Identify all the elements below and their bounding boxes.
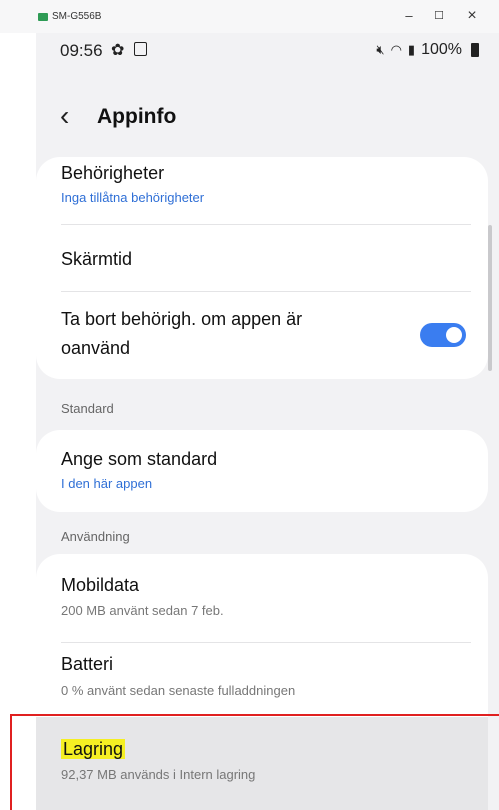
minimize-button[interactable]: –: [400, 9, 418, 23]
close-button[interactable]: ×: [463, 8, 481, 24]
list-item-storage[interactable]: Lagring 92,37 MB används i Intern lagrin…: [36, 717, 488, 810]
settings-card-usage: Mobildata 200 MB använt sedan 7 feb. Bat…: [36, 554, 488, 810]
window-title: SM-G556B: [52, 11, 102, 22]
status-time: 09:56: [60, 41, 103, 60]
remove-perms-title-line1: Ta bort behörigh. om appen är: [61, 309, 303, 329]
gear-icon: ✿: [111, 42, 125, 59]
mobile-data-title: Mobildata: [61, 575, 140, 595]
battery-percent: 100%: [421, 41, 462, 58]
list-item-screen-time[interactable]: Skärmtid: [36, 225, 488, 291]
set-default-subtitle: I den här appen: [61, 476, 153, 491]
scrollbar[interactable]: [488, 225, 492, 371]
set-default-title: Ange som standard: [61, 449, 218, 469]
list-item-remove-permissions[interactable]: Ta bort behörigh. om appen är oanvänd: [36, 292, 488, 379]
settings-card-standard: Ange som standard I den här appen: [36, 430, 488, 512]
phone-screen: 09:56 ✿ 🔇︎ ◠ ▮ 100% ‹ Appinfo Behörighet…: [36, 33, 499, 810]
signal-icon: ▮: [407, 42, 416, 57]
permissions-title: Behörigheter: [61, 163, 165, 183]
remove-perms-toggle[interactable]: [420, 323, 466, 347]
storage-title: Lagring: [61, 739, 126, 760]
storage-title-text: Lagring: [61, 739, 126, 759]
status-bar: 09:56 ✿ 🔇︎ ◠ ▮ 100%: [36, 33, 499, 73]
remove-perms-title-line2: oanvänd: [61, 338, 131, 358]
mute-icon: 🔇︎: [376, 42, 385, 57]
notification-icon: [134, 42, 147, 56]
list-item-set-default[interactable]: Ange som standard I den här appen: [36, 430, 488, 512]
app-bar: ‹ Appinfo: [36, 99, 499, 143]
list-item-permissions[interactable]: Behörigheter Inga tillåtna behörigheter: [36, 157, 488, 221]
battery-title: Batteri: [61, 654, 114, 674]
permissions-subtitle: Inga tillåtna behörigheter: [61, 190, 205, 205]
wifi-icon: ◠: [390, 42, 402, 57]
back-chevron-icon[interactable]: ‹: [60, 101, 69, 131]
mobile-data-subtitle: 200 MB använt sedan 7 feb.: [61, 603, 224, 618]
section-label-usage: Användning: [61, 529, 130, 544]
status-right: 🔇︎ ◠ ▮ 100%: [376, 41, 479, 59]
battery-subtitle: 0 % använt sedan senaste fulladdningen: [61, 683, 296, 698]
battery-icon: [471, 43, 479, 57]
list-item-mobile-data[interactable]: Mobildata 200 MB använt sedan 7 feb.: [36, 554, 488, 628]
page-title: Appinfo: [97, 105, 177, 128]
maximize-button[interactable]: ☐: [430, 9, 448, 23]
section-label-standard: Standard: [61, 401, 114, 416]
settings-card-permissions: Behörigheter Inga tillåtna behörigheter …: [36, 157, 488, 379]
storage-subtitle: 92,37 MB används i Intern lagring: [61, 767, 256, 782]
toggle-knob: [446, 327, 462, 343]
window-titlebar: SM-G556B – ☐ ×: [0, 0, 499, 33]
list-item-battery[interactable]: Batteri 0 % använt sedan senaste fulladd…: [36, 643, 488, 715]
app-logo-icon: [38, 13, 48, 21]
screen-time-title: Skärmtid: [61, 249, 133, 269]
